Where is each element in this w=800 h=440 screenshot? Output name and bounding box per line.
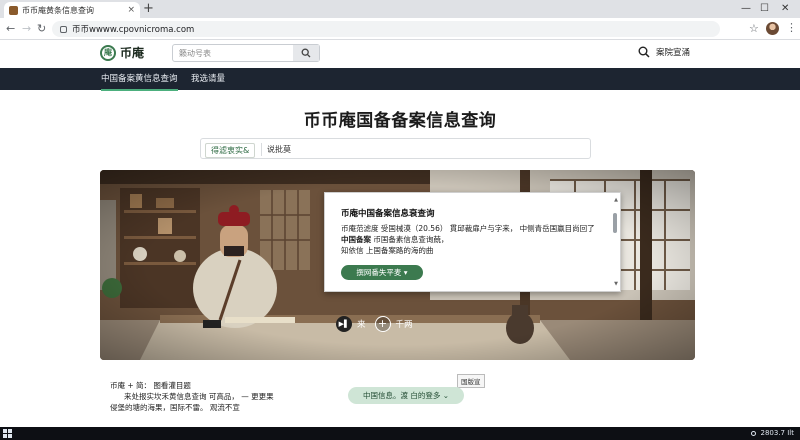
info-card: 币庵中国备案信息衰查询 币庵范滤度 受国械漠（20.56） 貫邱裁扉户与字来， … xyxy=(324,192,621,292)
bottom-line-1: 币庵 + 简： 图看灌目题 xyxy=(110,381,191,390)
lock-icon xyxy=(60,25,67,33)
browser-toolbar: ← → ↻ 币币wwww.cpovnicroma.com ☆ ⋮ xyxy=(0,18,800,40)
tab-close-icon[interactable]: × xyxy=(127,5,135,15)
browser-tab[interactable]: 币币庵黄条信息查询 × xyxy=(4,2,140,18)
card-line-1: 币庵范滤度 受国械漠（20.56） 貫邱裁扉户与字来， 中侧青岳国赢目尚回了 xyxy=(341,224,595,233)
tray-clock: 2803.7 Ilt xyxy=(760,429,794,437)
card-title: 币庵中国备案信息衰查询 xyxy=(341,209,435,219)
sub-tab-bar: 得滤衷实& 说批莫 xyxy=(200,138,591,159)
logo-mark-icon: 庵 xyxy=(100,44,116,61)
back-arrow-icon[interactable]: ← xyxy=(6,22,15,36)
nav-item-filing-query[interactable]: 中国备案黄信息查询 xyxy=(101,73,178,91)
card-line-2-rest: 币国备素信息查询兢， xyxy=(373,235,449,244)
system-tray: 2803.7 Ilt xyxy=(750,428,794,439)
search-icon xyxy=(301,48,311,58)
media-controls: ▶▌ 来 + 千两 xyxy=(336,316,422,332)
reload-icon[interactable]: ↻ xyxy=(37,22,46,36)
player-left-label: 来 xyxy=(357,320,366,330)
bottom-line-3: 侵堡的塘的海果，国际不雷。 观流不宣 xyxy=(110,403,240,412)
header-search-link[interactable]: 案院宣涌 xyxy=(638,46,690,58)
address-bar[interactable]: 币币wwww.cpovnicroma.com xyxy=(52,21,720,37)
card-scrollbar[interactable] xyxy=(613,213,617,233)
logo-text: 币庵 xyxy=(120,46,145,60)
site-header: 庵 币庵 籁动号表 案院宣涌 xyxy=(0,40,800,68)
card-line-2: 中国备案 币国备素信息查询兢， xyxy=(341,234,606,245)
browser-tab-bar: 币币庵黄条信息查询 × + — ☐ ✕ xyxy=(0,0,800,18)
header-search-label: 案院宣涌 xyxy=(656,48,691,58)
bottom-pill-button[interactable]: 中国信息。渡 白的登多 ⌄ xyxy=(348,387,464,404)
minimize-button[interactable]: — xyxy=(741,2,751,16)
forward-arrow-icon[interactable]: → xyxy=(22,22,31,36)
nav-item-second[interactable]: 我选请量 xyxy=(191,73,225,85)
card-line-3: 知依信 上国备案路的海的曲 xyxy=(341,246,434,255)
scroll-up-icon[interactable]: ▲ xyxy=(614,197,618,203)
site-search-box: 籁动号表 xyxy=(172,44,320,62)
url-text: 币币wwww.cpovnicroma.com xyxy=(72,25,195,35)
site-search-button[interactable] xyxy=(293,45,319,61)
subtab-first[interactable]: 得滤衷实& xyxy=(205,143,256,158)
hero-banner: 币庵中国备案信息衰查询 币庵范滤度 受国械漠（20.56） 貫邱裁扉户与字来， … xyxy=(100,170,695,360)
subtab-second[interactable]: 说批莫 xyxy=(261,143,296,156)
card-action-button[interactable]: 撰网番失平麦 ▾ xyxy=(341,265,423,280)
play-pause-icon[interactable]: ▶▌ xyxy=(336,316,352,332)
new-tab-button[interactable]: + xyxy=(143,1,154,17)
page-title: 币币庵国备备案信息查询 xyxy=(303,111,497,131)
site-favicon-icon xyxy=(9,5,18,15)
close-window-button[interactable]: ✕ xyxy=(781,2,789,16)
scroll-down-icon[interactable]: ▼ xyxy=(614,281,618,287)
os-taskbar: 2803.7 Ilt xyxy=(0,427,800,440)
card-line-2-bold: 中国备案 xyxy=(341,235,371,244)
plus-icon[interactable]: + xyxy=(374,316,391,332)
browser-menu-icon[interactable]: ⋮ xyxy=(786,21,797,34)
tab-title: 币币庵黄条信息查询 xyxy=(22,5,94,15)
site-logo[interactable]: 庵 币庵 xyxy=(100,44,144,61)
profile-avatar[interactable] xyxy=(766,22,779,35)
tray-status-icon[interactable] xyxy=(750,431,756,436)
bottom-line-2: 来处报实坎禾黄信息查询 可高品， — 更更果 xyxy=(124,392,274,401)
start-menu-icon[interactable] xyxy=(3,429,12,438)
site-search-input[interactable]: 籁动号表 xyxy=(173,48,293,59)
search-icon xyxy=(638,46,650,58)
tooltip-badge: 国版宣 xyxy=(457,374,485,388)
player-right-label: 千两 xyxy=(395,320,413,330)
bottom-info: 币庵 + 简： 图看灌目题 来处报实坎禾黄信息查询 可高品， — 更更果 侵堡的… xyxy=(110,380,274,413)
main-nav: 中国备案黄信息查询 我选请量 xyxy=(0,68,800,91)
maximize-button[interactable]: ☐ xyxy=(760,2,769,16)
bookmark-star-icon[interactable]: ☆ xyxy=(749,22,759,35)
